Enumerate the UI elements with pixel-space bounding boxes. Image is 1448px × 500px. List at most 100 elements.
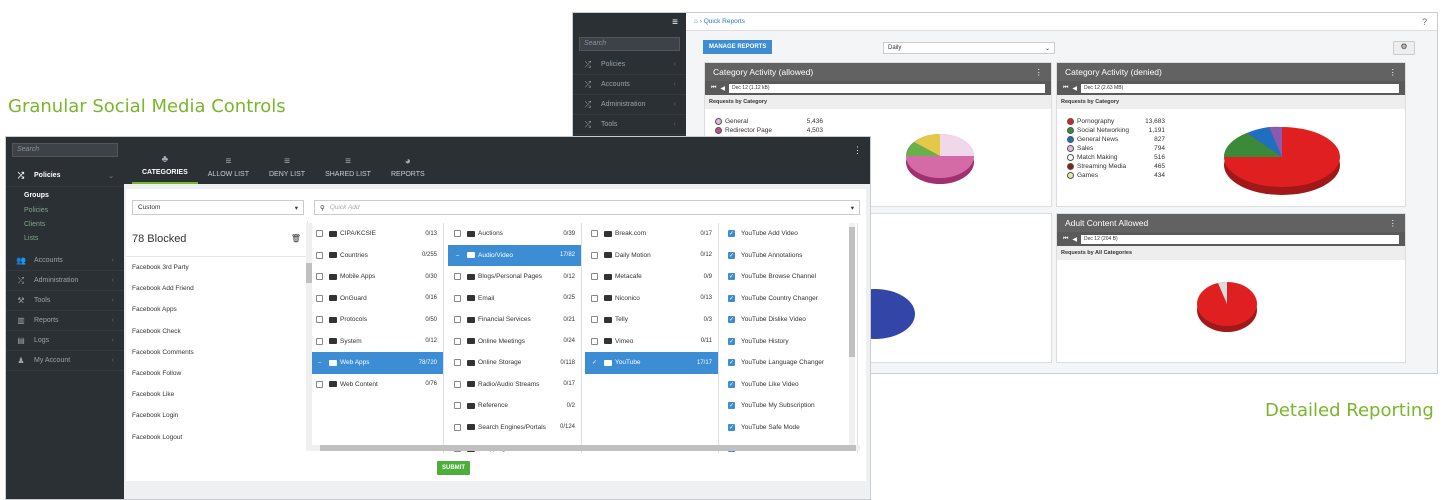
tab[interactable]: ◕ REPORTS — [381, 156, 435, 184]
category-row[interactable]: Blogs/Personal Pages 0/12 — [448, 266, 581, 288]
youtube-feature-row[interactable]: ✓ YouTube Like Video — [722, 374, 857, 396]
checkbox[interactable]: – — [454, 251, 461, 259]
scrollbar[interactable] — [849, 223, 855, 451]
checkbox[interactable]: ✓ — [728, 337, 735, 345]
checkbox[interactable] — [591, 273, 598, 281]
submit-button[interactable]: SUBMIT — [437, 461, 470, 475]
reporting-sidebar-item[interactable]: ⤮ Accounts ‹ — [573, 75, 686, 95]
category-row[interactable]: Online Meetings 0/24 — [448, 331, 581, 353]
category-row[interactable]: Daily Motion 0/12 — [585, 245, 718, 267]
checkbox[interactable] — [454, 359, 461, 367]
period-select[interactable]: Daily ⌄ — [883, 42, 1055, 54]
sidebar-sub-groups[interactable]: Groups — [6, 187, 124, 203]
checkbox[interactable] — [591, 294, 598, 302]
more-icon[interactable]: ⋮ — [853, 145, 862, 156]
date-select[interactable]: Dec 12 (1.12 kB) — [729, 83, 1045, 93]
blocked-item[interactable]: Facebook Like — [126, 384, 307, 405]
help-icon[interactable]: ? — [1422, 17, 1427, 27]
reporting-sidebar-item[interactable]: ⤮ Policies ‹ — [573, 55, 686, 75]
youtube-feature-row[interactable]: ✓ YouTube Browse Channel — [722, 266, 857, 288]
tab[interactable]: ≡ SHARED LIST — [315, 156, 381, 184]
category-row[interactable]: Auctions 0/39 — [448, 223, 581, 245]
checkbox[interactable] — [316, 380, 323, 388]
sidebar-item-policies[interactable]: ⤮ Policies ⌄ — [6, 165, 124, 187]
checkbox[interactable]: ✓ — [728, 423, 735, 431]
home-icon[interactable]: ⌂ — [694, 18, 698, 25]
sidebar-item[interactable]: ⤮ Administration ‹ — [6, 271, 124, 291]
prev-icon[interactable]: ◀ — [1072, 85, 1077, 92]
category-row[interactable]: Search Engines/Portals 0/124 — [448, 417, 581, 439]
checkbox[interactable] — [316, 316, 323, 324]
tab[interactable]: ≡ DENY LIST — [259, 156, 315, 184]
blocked-item[interactable]: Facebook Add Friend — [126, 278, 307, 299]
prev-icon[interactable]: ◀ — [1072, 236, 1077, 243]
sidebar-sub-item[interactable]: Policies — [6, 203, 124, 217]
checkbox[interactable]: ✓ — [728, 230, 735, 238]
checkbox[interactable] — [454, 316, 461, 324]
first-icon[interactable]: ⏮ — [1063, 236, 1068, 243]
youtube-feature-row[interactable]: ✓ YouTube Add Video — [722, 223, 857, 245]
youtube-feature-row[interactable]: ✓ YouTube Annotations — [722, 245, 857, 267]
checkbox[interactable] — [454, 230, 461, 238]
category-row[interactable]: Mobile Apps 0/30 — [310, 266, 443, 288]
checkbox[interactable] — [454, 380, 461, 388]
checkbox[interactable] — [591, 230, 598, 238]
category-row[interactable]: Radio/Audio Streams 0/17 — [448, 374, 581, 396]
checkbox[interactable] — [316, 251, 323, 259]
category-row[interactable]: Telly 0/3 — [585, 309, 718, 331]
clear-list-icon[interactable]: 🗑 — [291, 234, 301, 243]
horizontal-scrollbar[interactable] — [312, 445, 860, 451]
quick-add-input[interactable]: ⚲ Quick Add ▾ — [314, 200, 860, 215]
blocked-item[interactable]: Facebook Follow — [126, 363, 307, 384]
checkbox[interactable] — [454, 402, 461, 410]
menu-icon[interactable]: ≡ — [573, 13, 686, 31]
sidebar-sub-item[interactable]: Lists — [6, 231, 124, 245]
category-row[interactable]: Countries 0/255 — [310, 245, 443, 267]
checkbox[interactable]: ✓ — [591, 359, 598, 367]
checkbox[interactable]: ✓ — [728, 402, 735, 410]
policy-search-input[interactable]: Search — [12, 143, 118, 157]
category-row[interactable]: – Audio/Video 17/82 — [448, 244, 581, 266]
youtube-feature-row[interactable]: ✓ YouTube Dislike Video — [722, 309, 857, 331]
category-row[interactable]: Financial Services 0/21 — [448, 309, 581, 331]
category-row[interactable]: Vimeo 0/11 — [585, 331, 718, 353]
category-row[interactable]: – Web Apps 78/720 — [310, 352, 443, 374]
category-row[interactable]: Protocols 0/50 — [310, 309, 443, 331]
panel-menu-icon[interactable]: ⋮ — [1389, 218, 1398, 229]
youtube-feature-row[interactable]: ✓ YouTube Country Changer — [722, 288, 857, 310]
tab[interactable]: ♣ CATEGORIES — [132, 154, 198, 184]
checkbox[interactable]: ✓ — [728, 380, 735, 388]
sidebar-sub-item[interactable]: Clients — [6, 217, 124, 231]
category-row[interactable]: Online Storage 0/118 — [448, 352, 581, 374]
checkbox[interactable] — [454, 423, 461, 431]
preset-select[interactable]: Custom ▾ — [132, 200, 304, 215]
category-row[interactable]: System 0/12 — [310, 331, 443, 353]
prev-icon[interactable]: ◀ — [720, 85, 725, 92]
blocked-item[interactable]: Facebook Logout — [126, 427, 307, 448]
category-row[interactable]: Web Content 0/76 — [310, 374, 443, 396]
blocked-item[interactable]: Facebook Comments — [126, 342, 307, 363]
panel-menu-icon[interactable]: ⋮ — [1389, 67, 1398, 78]
reporting-sidebar-item[interactable]: ⤮ Tools ‹ — [573, 115, 686, 135]
category-row[interactable]: Metacafe 0/9 — [585, 266, 718, 288]
first-icon[interactable]: ⏮ — [711, 85, 716, 92]
sidebar-item[interactable]: ▤ Logs ‹ — [6, 331, 124, 351]
checkbox[interactable] — [316, 273, 323, 281]
tab[interactable]: ≡ ALLOW LIST — [198, 156, 259, 184]
category-row[interactable]: Email 0/25 — [448, 288, 581, 310]
youtube-feature-row[interactable]: ✓ YouTube My Subscription — [722, 395, 857, 417]
sidebar-item[interactable]: 👥 Accounts ‹ — [6, 251, 124, 271]
youtube-feature-row[interactable]: ✓ YouTube Language Changer — [722, 352, 857, 374]
reporting-search-input[interactable]: Search — [579, 37, 680, 51]
first-icon[interactable]: ⏮ — [1063, 85, 1068, 92]
category-row[interactable]: Niconico 0/13 — [585, 288, 718, 310]
checkbox[interactable] — [591, 251, 598, 259]
checkbox[interactable] — [316, 337, 323, 345]
breadcrumb-quick-reports[interactable]: Quick Reports — [704, 18, 745, 25]
blocked-item[interactable]: Facebook Check — [126, 321, 307, 342]
checkbox[interactable] — [591, 316, 598, 324]
blocked-item[interactable]: Facebook Login — [126, 405, 307, 426]
sidebar-item[interactable]: ♟ My Account ‹ — [6, 351, 124, 371]
checkbox[interactable]: ✓ — [728, 251, 735, 259]
manage-reports-button[interactable]: MANAGE REPORTS — [703, 40, 773, 54]
